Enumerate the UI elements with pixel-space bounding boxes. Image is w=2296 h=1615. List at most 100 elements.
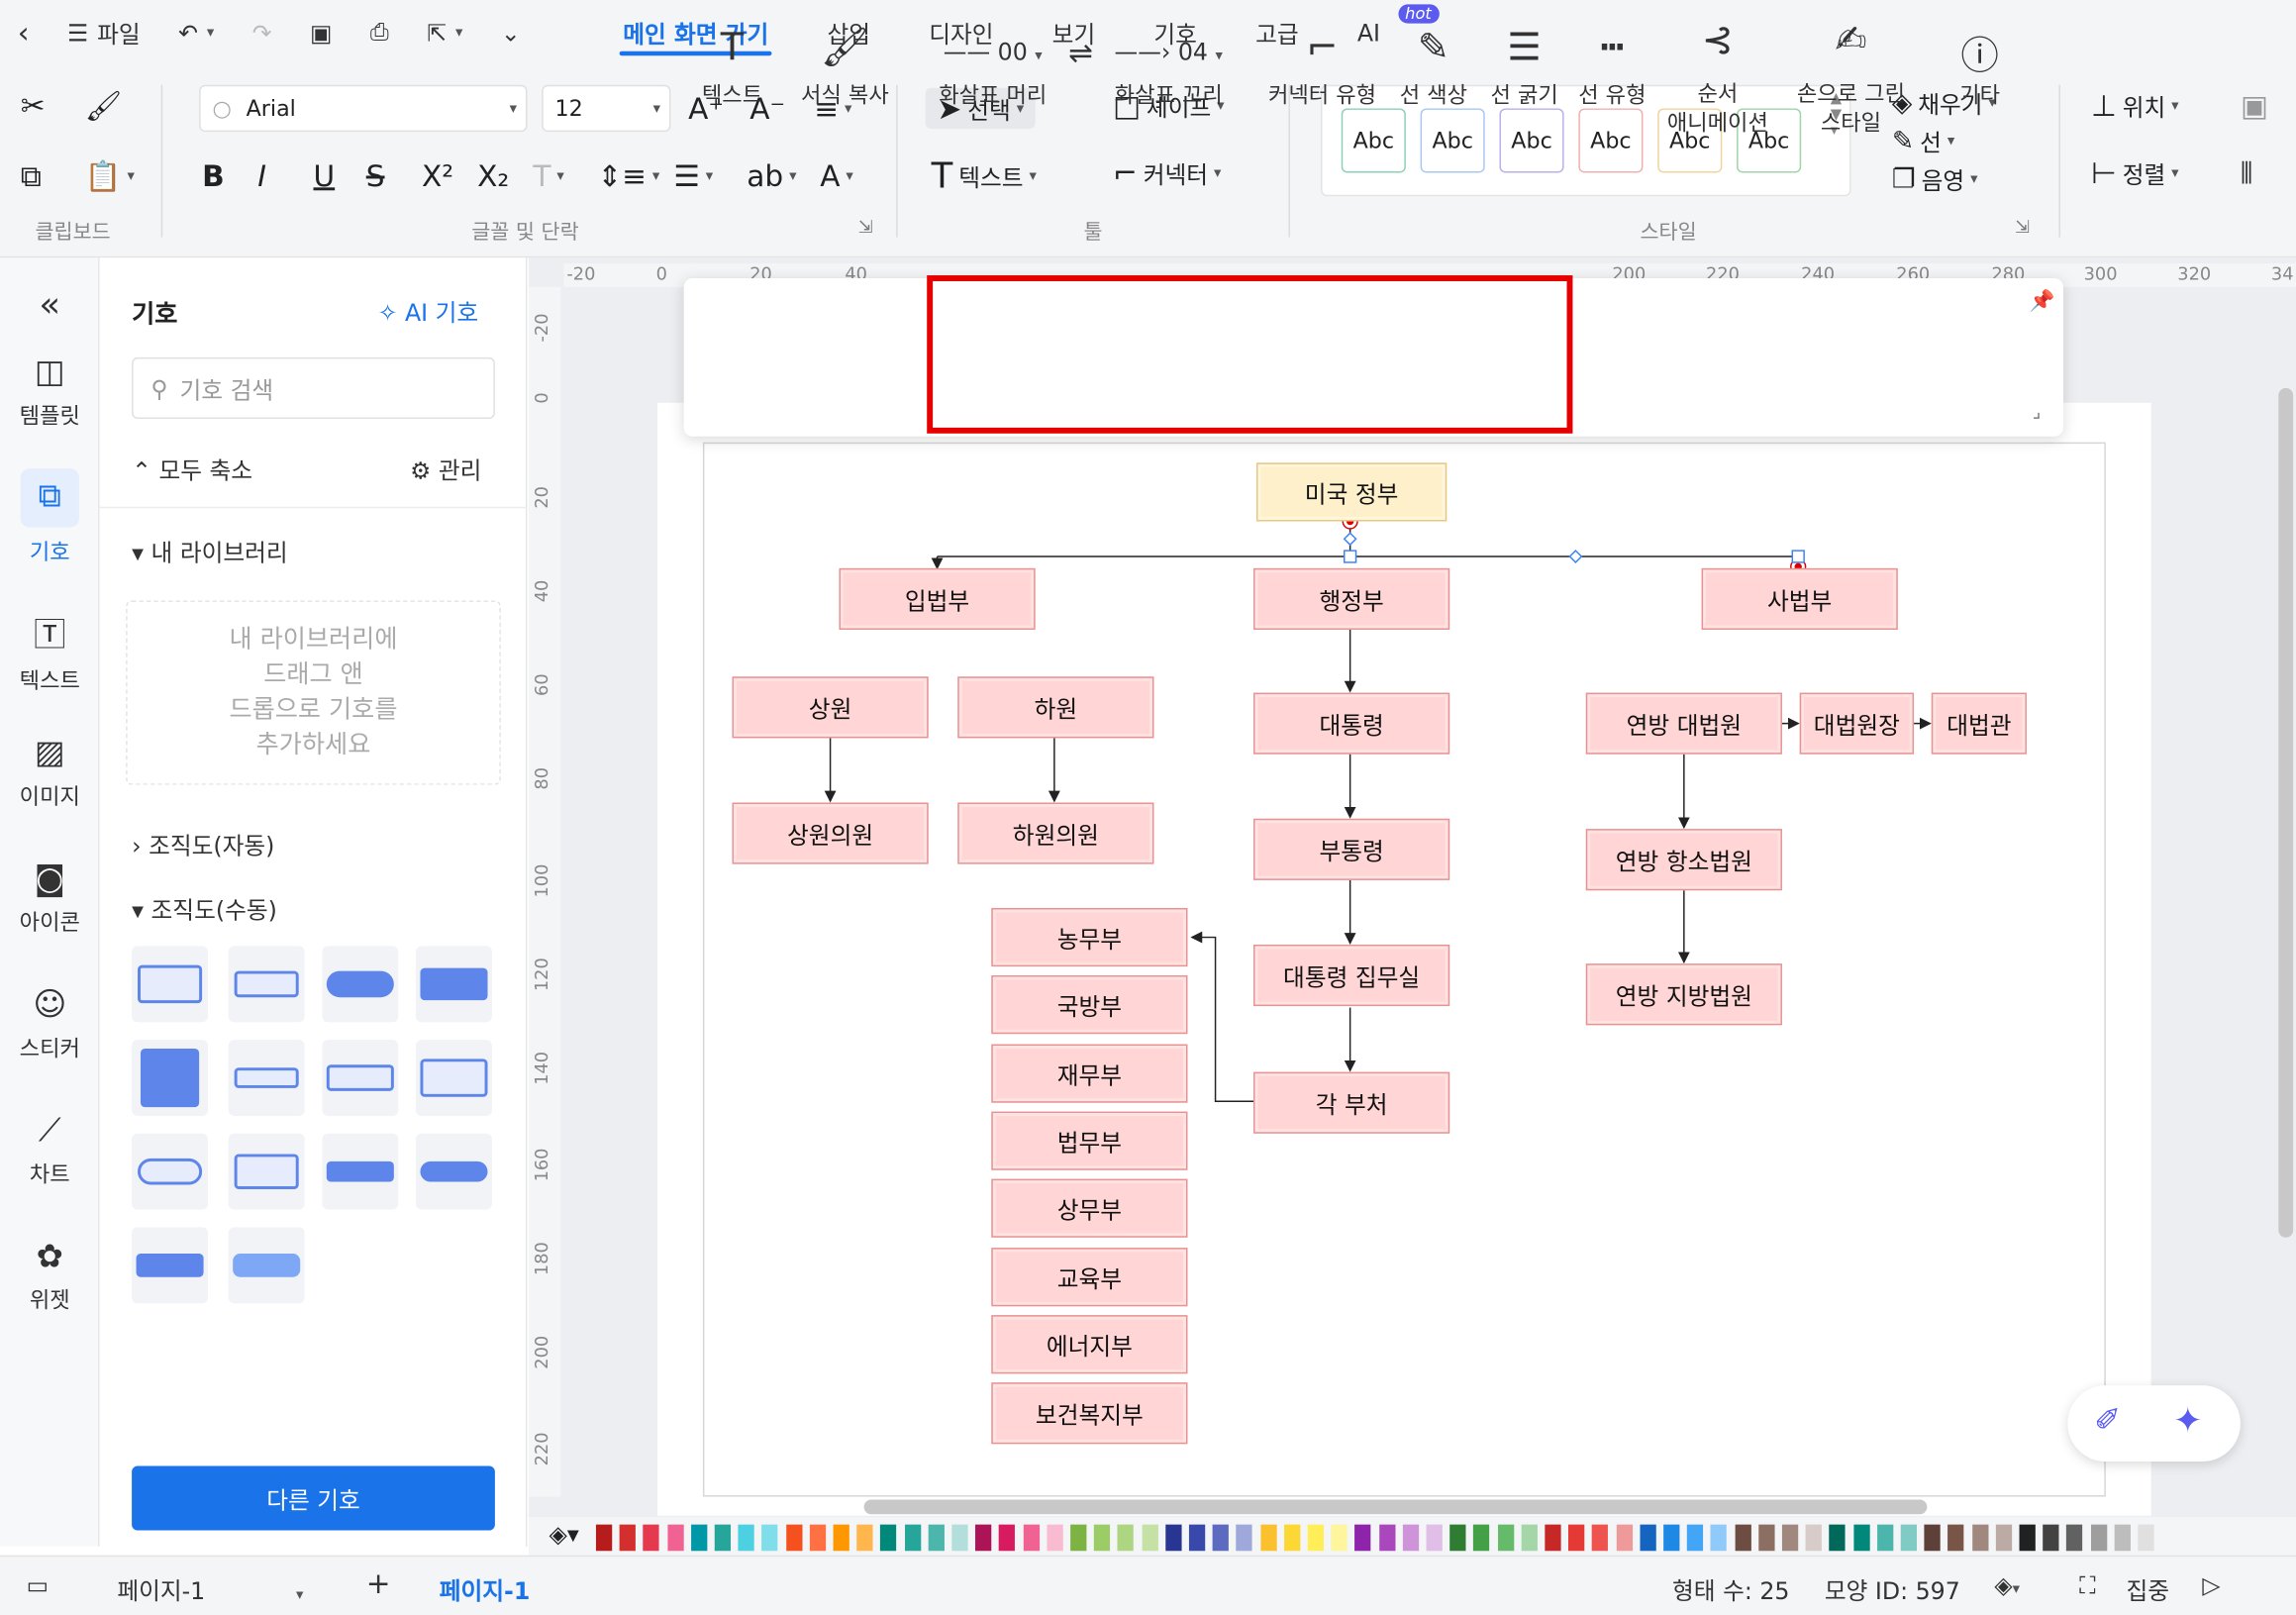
color-swatch[interactable] (1711, 1524, 1728, 1552)
color-swatch[interactable] (904, 1524, 921, 1552)
org-node[interactable]: 사법부 (1701, 567, 1898, 630)
font-color-icon[interactable]: A ▾ (820, 158, 853, 193)
color-swatch[interactable] (975, 1524, 992, 1552)
strikethrough-icon[interactable]: S (366, 158, 385, 193)
color-swatch[interactable] (1521, 1524, 1538, 1552)
org-shape-thumbnail[interactable] (228, 1133, 305, 1210)
style-preset[interactable]: Abc (1341, 108, 1406, 173)
color-swatch[interactable] (1971, 1524, 1988, 1552)
color-swatch[interactable] (1094, 1524, 1111, 1552)
export-icon[interactable]: ⇱ ▾ (427, 18, 462, 46)
magic-wand-icon[interactable]: ✐ (2094, 1403, 2121, 1440)
position-button[interactable]: ⊥ 위치 ▾ (2091, 88, 2179, 123)
org-node[interactable]: 보건복지부 (991, 1382, 1188, 1445)
color-swatch[interactable] (1947, 1524, 1964, 1552)
color-swatch[interactable] (1735, 1524, 1751, 1552)
expand-icon[interactable]: ⇲ (858, 217, 873, 238)
style-preset[interactable]: Abc (1499, 108, 1564, 173)
style-preset[interactable]: Abc (1578, 108, 1644, 173)
expand-icon[interactable]: ⇲ (2015, 217, 2030, 238)
color-swatch[interactable] (714, 1524, 732, 1552)
back-icon[interactable]: ‹ (18, 15, 30, 50)
arrow-tail-select[interactable]: ——› 04 ▾ 화살표 꼬리 (1107, 27, 1230, 110)
color-swatch[interactable] (1212, 1524, 1230, 1552)
color-swatch[interactable] (833, 1524, 849, 1552)
color-swatch[interactable] (1924, 1524, 1941, 1552)
org-node[interactable]: 재무부 (991, 1044, 1188, 1103)
color-swatch[interactable] (2019, 1524, 2036, 1552)
ai-symbol-link[interactable]: ✧ AI 기호 (378, 293, 479, 328)
float-format-painter-button[interactable]: 🖌 서식 복사 (797, 27, 894, 110)
org-node[interactable]: 각 부처 (1253, 1071, 1450, 1134)
color-swatch[interactable] (1616, 1524, 1633, 1552)
pin-icon[interactable]: 📌 (2030, 290, 2055, 314)
color-swatch[interactable] (1852, 1524, 1870, 1552)
color-swatch[interactable] (1781, 1524, 1799, 1552)
italic-icon[interactable]: I (257, 158, 266, 193)
rail-item-icon[interactable]: ◙ 아이콘 (0, 861, 100, 938)
color-swatch[interactable] (928, 1524, 945, 1552)
org-shape-thumbnail[interactable] (132, 1227, 209, 1304)
page-tab-active[interactable]: 페이지-1 (440, 1571, 531, 1606)
rail-item-text[interactable]: 🅃 텍스트 (0, 609, 100, 695)
connector-type-button[interactable]: ⌐ 커넥터 유형 (1262, 27, 1382, 110)
rail-item-template[interactable]: ◫ 템플릿 (0, 354, 100, 431)
line-weight-button[interactable]: ☰ 선 굵기 (1485, 27, 1564, 110)
org-shape-thumbnail[interactable] (322, 946, 399, 1023)
more-icon[interactable]: ⌄ (501, 18, 521, 46)
my-library-section[interactable]: ▾ 내 라이브러리 (132, 533, 288, 567)
color-swatch[interactable] (1023, 1524, 1040, 1552)
color-swatch[interactable] (1236, 1524, 1253, 1552)
color-swatch[interactable] (2066, 1524, 2083, 1552)
org-node[interactable]: 국방부 (991, 975, 1188, 1035)
copy-icon[interactable]: ⧉ (21, 158, 42, 193)
org-node[interactable]: 입법부 (839, 567, 1036, 630)
org-shape-thumbnail[interactable] (416, 946, 492, 1023)
org-shape-thumbnail[interactable] (322, 1133, 399, 1210)
color-swatch[interactable] (1070, 1524, 1087, 1552)
org-shape-thumbnail[interactable] (416, 1040, 492, 1116)
org-shape-thumbnail[interactable] (132, 1133, 209, 1210)
org-auto-section[interactable]: › 조직도(자동) (132, 826, 274, 860)
horizontal-scrollbar[interactable] (863, 1499, 1928, 1515)
fill-icon[interactable]: ◈▾ (549, 1520, 579, 1548)
color-swatch[interactable] (1188, 1524, 1206, 1552)
resize-icon[interactable]: ⌟ (2033, 401, 2041, 422)
library-drop-zone[interactable]: 내 라이브러리에 드래그 앤 드롭으로 기호를 추가하세요 (126, 600, 501, 785)
color-swatch[interactable] (2090, 1524, 2107, 1552)
color-swatch[interactable] (2138, 1524, 2154, 1552)
line-type-button[interactable]: ┅ 선 유형 (1572, 27, 1651, 110)
text-style-icon[interactable]: T ▾ (533, 158, 563, 193)
manage-button[interactable]: ⚙ 관리 (410, 452, 481, 486)
shadow-button[interactable]: ❐ 음영 ▾ (1892, 161, 1978, 196)
color-swatch[interactable] (1687, 1524, 1704, 1552)
color-swatch[interactable] (1354, 1524, 1371, 1552)
rail-item-symbol[interactable]: ⧉ 기호 (0, 468, 100, 566)
org-shape-thumbnail[interactable] (228, 946, 305, 1023)
org-node[interactable]: 법무부 (991, 1111, 1188, 1170)
org-node[interactable]: 에너지부 (991, 1315, 1188, 1374)
org-node[interactable]: 대통령 집무실 (1253, 944, 1450, 1007)
color-swatch[interactable] (643, 1524, 660, 1552)
color-swatch[interactable] (1592, 1524, 1609, 1552)
color-swatch[interactable] (1283, 1524, 1301, 1552)
order-animation-button[interactable]: ⊰ 순서 애니메이션 (1660, 22, 1774, 138)
color-swatch[interactable] (2043, 1524, 2059, 1552)
style-preset[interactable]: Abc (1420, 108, 1485, 173)
text-tool[interactable]: T 텍스트 ▾ (932, 155, 1037, 196)
symbol-search-input[interactable]: ⚲ 기호 검색 (132, 356, 495, 419)
color-swatch[interactable] (1829, 1524, 1847, 1552)
color-swatch[interactable] (1402, 1524, 1419, 1552)
color-swatch[interactable] (1142, 1524, 1158, 1552)
color-swatch[interactable] (1118, 1524, 1135, 1552)
cut-icon[interactable]: ✂ (21, 88, 46, 123)
arrow-head-select[interactable]: —— 00 ▾ 화살표 머리 (932, 27, 1054, 110)
color-swatch[interactable] (856, 1524, 873, 1552)
org-node[interactable]: 연방 지방법원 (1585, 963, 1782, 1026)
color-swatch[interactable] (1545, 1524, 1561, 1552)
file-menu[interactable]: ☰ 파일 (67, 15, 141, 50)
color-swatch[interactable] (761, 1524, 778, 1552)
org-shape-thumbnail[interactable] (322, 1040, 399, 1116)
color-swatch[interactable] (880, 1524, 897, 1552)
color-swatch[interactable] (1378, 1524, 1395, 1552)
